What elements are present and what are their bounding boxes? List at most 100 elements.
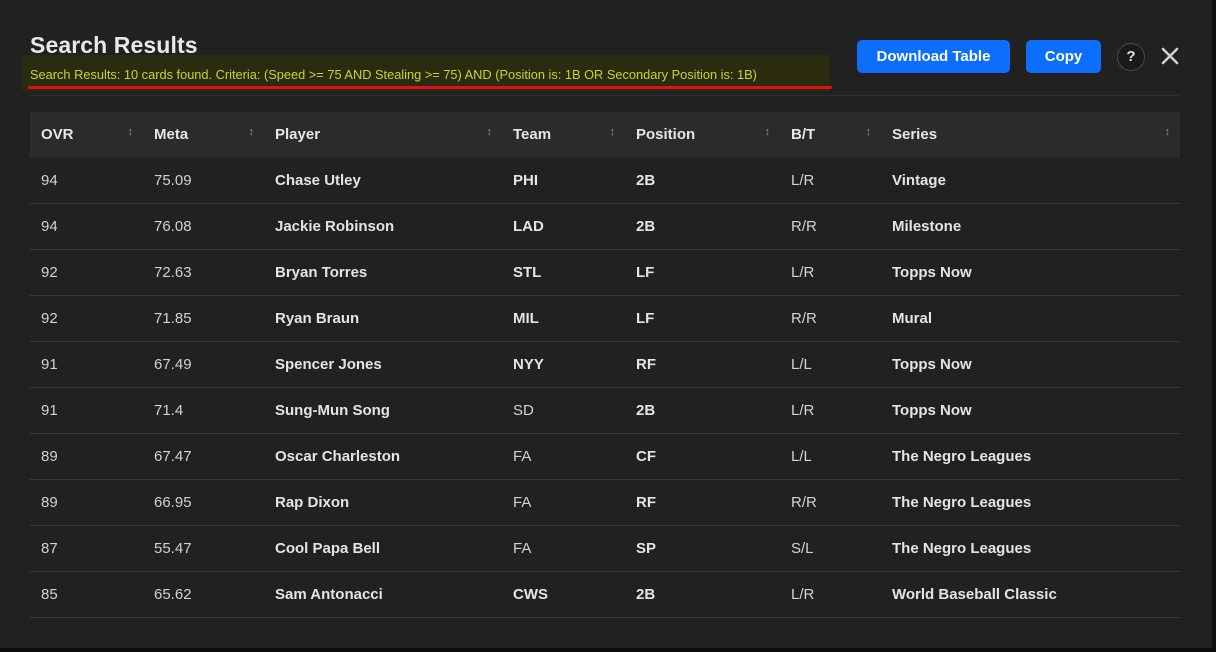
cell-series: World Baseball Classic (881, 571, 1180, 618)
cell-meta: 67.47 (143, 433, 264, 480)
cell-team: FA (502, 525, 625, 572)
cell-team: PHI (502, 157, 625, 204)
table-header: OVR ↕ Meta ↕ Player ↕ Team ↕ Position ↕ B/T ↕ … (30, 112, 1180, 158)
cell-series: Milestone (881, 203, 1180, 250)
cell-team: LAD (502, 203, 625, 250)
table-row[interactable]: 91 71.4 Sung-Mun Song SD 2B L/R Topps No… (30, 387, 1180, 434)
table-row[interactable]: 87 55.47 Cool Papa Bell FA SP S/L The Ne… (30, 525, 1180, 572)
cell-series: Mural (881, 295, 1180, 342)
sort-arrows-icon: ↕ (127, 126, 134, 138)
results-table: OVR ↕ Meta ↕ Player ↕ Team ↕ Position ↕ B/T ↕ … (30, 112, 1180, 618)
cell-meta: 76.08 (143, 203, 264, 250)
column-header-label: Player (275, 126, 321, 143)
cell-position: 2B (625, 387, 780, 434)
cell-bt: R/R (780, 203, 881, 250)
cell-meta: 71.85 (143, 295, 264, 342)
column-header-series[interactable]: Series ↕ (881, 112, 1180, 158)
cell-position: SP (625, 525, 780, 572)
cell-bt: R/R (780, 479, 881, 526)
cell-position: LF (625, 295, 780, 342)
cell-meta: 65.62 (143, 571, 264, 618)
cell-ovr: 87 (30, 525, 143, 572)
criteria-text: Search Results: 10 cards found. Criteria… (30, 67, 757, 82)
download-table-button[interactable]: Download Table (857, 40, 1010, 73)
cell-ovr: 91 (30, 387, 143, 434)
cell-bt: S/L (780, 525, 881, 572)
table-row[interactable]: 94 76.08 Jackie Robinson LAD 2B R/R Mile… (30, 203, 1180, 250)
column-header-label: Position (636, 126, 696, 143)
table-row[interactable]: 91 67.49 Spencer Jones NYY RF L/L Topps … (30, 341, 1180, 388)
cell-bt: L/L (780, 341, 881, 388)
cell-ovr: 89 (30, 479, 143, 526)
cell-bt: L/R (780, 249, 881, 296)
sort-arrows-icon: ↕ (764, 126, 771, 138)
column-header-meta[interactable]: Meta ↕ (143, 112, 264, 158)
sort-arrows-icon: ↕ (609, 126, 616, 138)
table-row[interactable]: 85 65.62 Sam Antonacci CWS 2B L/R World … (30, 571, 1180, 618)
column-header-label: Meta (154, 126, 189, 143)
cell-team: MIL (502, 295, 625, 342)
help-button[interactable]: ? (1117, 43, 1145, 71)
cell-position: RF (625, 479, 780, 526)
header-row: OVR ↕ Meta ↕ Player ↕ Team ↕ Position ↕ B/T ↕ … (30, 112, 1180, 158)
table-row[interactable]: 94 75.09 Chase Utley PHI 2B L/R Vintage (30, 157, 1180, 204)
cell-series: Topps Now (881, 341, 1180, 388)
cell-meta: 72.63 (143, 249, 264, 296)
cell-ovr: 94 (30, 157, 143, 204)
cell-position: LF (625, 249, 780, 296)
cell-team: NYY (502, 341, 625, 388)
cell-player: Sam Antonacci (264, 571, 502, 618)
cell-bt: L/R (780, 157, 881, 204)
close-button[interactable] (1158, 43, 1182, 69)
column-header-player[interactable]: Player ↕ (264, 112, 502, 158)
cell-series: Topps Now (881, 387, 1180, 434)
cell-ovr: 92 (30, 249, 143, 296)
cell-series: The Negro Leagues (881, 433, 1180, 480)
column-header-label: Series (892, 126, 938, 143)
table-row[interactable]: 92 72.63 Bryan Torres STL LF L/R Topps N… (30, 249, 1180, 296)
copy-button[interactable]: Copy (1026, 40, 1101, 73)
cell-position: CF (625, 433, 780, 480)
cell-meta: 55.47 (143, 525, 264, 572)
sort-arrows-icon: ↕ (1164, 126, 1171, 138)
cell-series: The Negro Leagues (881, 525, 1180, 572)
criteria-underline (28, 86, 832, 89)
sort-arrows-icon: ↕ (486, 126, 493, 138)
cell-meta: 67.49 (143, 341, 264, 388)
cell-ovr: 92 (30, 295, 143, 342)
cell-series: The Negro Leagues (881, 479, 1180, 526)
column-header-team[interactable]: Team ↕ (502, 112, 625, 158)
cell-series: Topps Now (881, 249, 1180, 296)
cell-meta: 75.09 (143, 157, 264, 204)
cell-position: 2B (625, 157, 780, 204)
cell-player: Ryan Braun (264, 295, 502, 342)
cell-bt: L/R (780, 387, 881, 434)
search-results-modal: Search Results Search Results: 10 cards … (0, 0, 1216, 652)
cell-position: 2B (625, 203, 780, 250)
column-header-bt[interactable]: B/T ↕ (780, 112, 881, 158)
criteria-banner: Search Results: 10 cards found. Criteria… (22, 55, 832, 91)
cell-player: Spencer Jones (264, 341, 502, 388)
cell-player: Sung-Mun Song (264, 387, 502, 434)
close-icon (1161, 47, 1179, 65)
cell-ovr: 91 (30, 341, 143, 388)
cell-bt: R/R (780, 295, 881, 342)
cell-series: Vintage (881, 157, 1180, 204)
column-header-ovr[interactable]: OVR ↕ (30, 112, 143, 158)
table-row[interactable]: 89 67.47 Oscar Charleston FA CF L/L The … (30, 433, 1180, 480)
table-body: 94 75.09 Chase Utley PHI 2B L/R Vintage … (30, 157, 1180, 618)
table-row[interactable]: 89 66.95 Rap Dixon FA RF R/R The Negro L… (30, 479, 1180, 526)
cell-bt: L/L (780, 433, 881, 480)
cell-player: Oscar Charleston (264, 433, 502, 480)
cell-player: Jackie Robinson (264, 203, 502, 250)
cell-player: Rap Dixon (264, 479, 502, 526)
cell-meta: 66.95 (143, 479, 264, 526)
column-header-position[interactable]: Position ↕ (625, 112, 780, 158)
header-divider (30, 95, 1180, 96)
cell-bt: L/R (780, 571, 881, 618)
column-header-label: OVR (41, 126, 74, 143)
cell-team: SD (502, 387, 625, 434)
cell-ovr: 85 (30, 571, 143, 618)
table-row[interactable]: 92 71.85 Ryan Braun MIL LF R/R Mural (30, 295, 1180, 342)
cell-team: CWS (502, 571, 625, 618)
